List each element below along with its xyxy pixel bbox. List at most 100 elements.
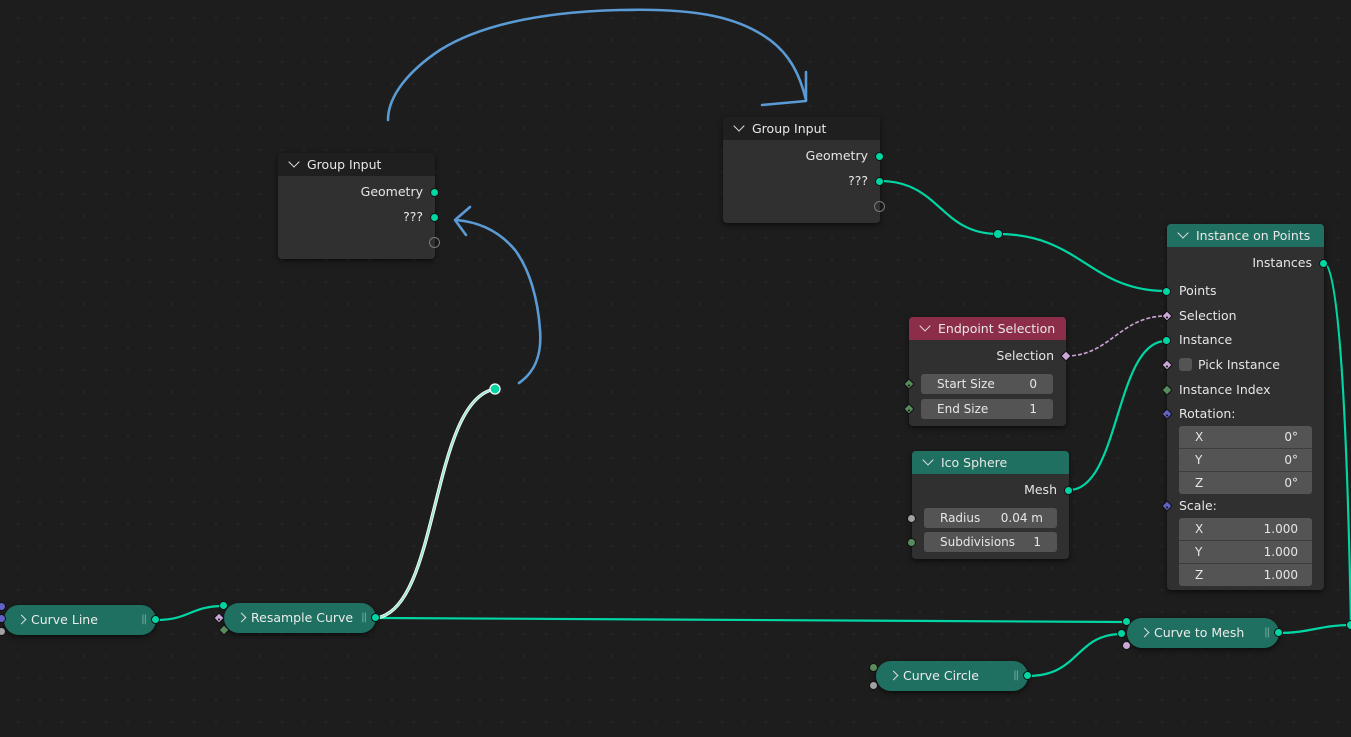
scale-vector-field[interactable]: X 1.000 Y 1.000 Z 1.000 xyxy=(1179,518,1312,586)
expand-chevron-icon[interactable] xyxy=(16,614,27,625)
node-title: Endpoint Selection xyxy=(938,321,1056,336)
socket-curve-to-mesh-fill-in[interactable] xyxy=(1122,641,1131,650)
socket-subdivisions-in[interactable] xyxy=(907,538,916,547)
socket-points-in[interactable] xyxy=(1162,287,1171,296)
socket-instance-in[interactable] xyxy=(1162,336,1171,345)
input-rotation-label: Rotation: xyxy=(1179,406,1236,421)
output-unknown: ??? xyxy=(848,173,868,188)
end-size-field[interactable]: End Size 1 xyxy=(921,399,1053,419)
curve-circle-node[interactable]: Curve Circle || xyxy=(876,661,1028,691)
socket-curve-to-mesh-curve-in[interactable] xyxy=(1122,617,1131,626)
socket-resample-curve-out[interactable] xyxy=(371,613,380,622)
pick-instance-checkbox[interactable] xyxy=(1179,358,1192,371)
node-title: Group Input xyxy=(307,157,382,172)
output-selection: Selection xyxy=(996,348,1054,363)
socket-mesh-out[interactable] xyxy=(1064,486,1073,495)
group-input-node-left[interactable]: Group Input Geometry ??? xyxy=(278,153,440,259)
resample-curve-node[interactable]: Resample Curve || xyxy=(224,603,376,633)
collapse-chevron-icon[interactable] xyxy=(288,156,300,168)
instance-on-points-node[interactable]: Instance on Points Instances Points Sele… xyxy=(1161,224,1328,590)
node-title: Group Input xyxy=(752,121,827,136)
offscreen-socket[interactable] xyxy=(1346,620,1351,630)
input-instance: Instance xyxy=(1179,332,1233,347)
link-ico-sphere-mesh[interactable] xyxy=(1068,339,1167,492)
grip-icon: || xyxy=(1264,627,1270,638)
expand-chevron-icon[interactable] xyxy=(1139,627,1150,638)
input-pick-instance[interactable]: Pick Instance xyxy=(1167,354,1324,376)
curve-to-mesh-node[interactable]: Curve to Mesh || xyxy=(1127,618,1279,648)
annotation-arrow-left xyxy=(454,218,542,385)
link-resample-to-curve-to-mesh[interactable] xyxy=(375,616,1127,624)
grip-icon: || xyxy=(361,612,367,623)
link-resample-dragging[interactable] xyxy=(375,387,496,620)
scale-y[interactable]: Y 1.000 xyxy=(1179,541,1312,564)
scale-z[interactable]: Z 1.000 xyxy=(1179,564,1312,586)
socket-resample-selection-in[interactable] xyxy=(213,612,225,624)
socket-geometry-out[interactable] xyxy=(430,188,439,197)
link-instances-out[interactable] xyxy=(1322,261,1351,626)
socket-empty-out[interactable] xyxy=(429,237,440,248)
input-scale-label: Scale: xyxy=(1179,498,1217,513)
node-title: Ico Sphere xyxy=(941,455,1008,470)
subdivisions-field[interactable]: Subdivisions 1 xyxy=(924,532,1057,552)
collapse-chevron-icon[interactable] xyxy=(922,454,934,466)
endpoint-selection-node[interactable]: Endpoint Selection Selection Start Size 0… xyxy=(903,317,1072,426)
dangling-link-endpoint[interactable] xyxy=(489,383,501,395)
radius-field[interactable]: Radius 0.04 m xyxy=(924,508,1057,528)
socket-resample-curve-in[interactable] xyxy=(219,601,228,610)
input-points: Points xyxy=(1179,283,1217,298)
node-title: Resample Curve xyxy=(251,610,354,625)
socket-unknown-out[interactable] xyxy=(875,177,884,186)
output-geometry: Geometry xyxy=(805,148,868,163)
rotation-vector-field[interactable]: X 0° Y 0° Z 0° xyxy=(1179,426,1312,494)
output-unknown: ??? xyxy=(403,209,423,224)
collapse-chevron-icon[interactable] xyxy=(1177,227,1189,239)
link-group-input-to-reroute[interactable] xyxy=(879,179,999,236)
expand-chevron-icon[interactable] xyxy=(888,670,899,681)
link-curve-to-mesh-out[interactable] xyxy=(1278,623,1351,635)
rotation-x[interactable]: X 0° xyxy=(1179,426,1312,449)
collapse-chevron-icon[interactable] xyxy=(733,120,745,132)
node-title: Instance on Points xyxy=(1196,228,1311,243)
socket-curve-to-mesh-out[interactable] xyxy=(1274,628,1283,637)
socket-geometry-out[interactable] xyxy=(875,152,884,161)
socket-end-size-in[interactable] xyxy=(903,403,915,415)
output-instances: Instances xyxy=(1252,255,1312,270)
scale-x[interactable]: X 1.000 xyxy=(1179,518,1312,541)
node-header[interactable]: Instance on Points xyxy=(1167,224,1324,247)
node-title: Curve Line xyxy=(31,612,98,627)
socket-radius-in[interactable] xyxy=(907,514,916,523)
socket-curve-circle-resolution-in[interactable] xyxy=(869,663,878,672)
grip-icon: || xyxy=(141,614,147,625)
node-header[interactable]: Group Input xyxy=(723,117,880,140)
input-instance-index: Instance Index xyxy=(1179,382,1271,397)
socket-instances-out[interactable] xyxy=(1319,259,1328,268)
socket-start-size-in[interactable] xyxy=(903,378,915,390)
node-header[interactable]: Ico Sphere xyxy=(912,451,1069,474)
socket-unknown-out[interactable] xyxy=(430,213,439,222)
expand-chevron-icon[interactable] xyxy=(236,612,247,623)
output-mesh: Mesh xyxy=(1024,482,1057,497)
socket-curve-to-mesh-profile-in[interactable] xyxy=(1117,629,1126,638)
link-reroute-to-points[interactable] xyxy=(997,232,1167,293)
node-header[interactable]: Group Input xyxy=(278,153,435,176)
socket-empty-out[interactable] xyxy=(874,201,885,212)
start-size-field[interactable]: Start Size 0 xyxy=(921,374,1053,394)
output-geometry: Geometry xyxy=(360,184,423,199)
socket-curve-circle-radius-in[interactable] xyxy=(869,681,878,690)
socket-curve-line-in-3[interactable] xyxy=(0,627,6,636)
rotation-y[interactable]: Y 0° xyxy=(1179,449,1312,472)
link-curve-circle-to-curve-to-mesh[interactable] xyxy=(1027,632,1123,678)
socket-curve-line-in-1[interactable] xyxy=(0,602,6,611)
curve-line-node[interactable]: Curve Line || xyxy=(4,605,156,635)
node-title: Curve Circle xyxy=(903,668,979,683)
rotation-z[interactable]: Z 0° xyxy=(1179,472,1312,494)
ico-sphere-node[interactable]: Ico Sphere Mesh Radius 0.04 m Subdivision… xyxy=(907,451,1073,559)
group-input-node-right[interactable]: Group Input Geometry ??? xyxy=(723,117,885,223)
socket-curve-circle-out[interactable] xyxy=(1023,671,1032,680)
collapse-chevron-icon[interactable] xyxy=(919,320,931,332)
socket-curve-line-out[interactable] xyxy=(151,615,160,624)
link-endpoint-selection[interactable] xyxy=(1065,315,1167,357)
node-header[interactable]: Endpoint Selection xyxy=(909,317,1066,340)
reroute-node[interactable] xyxy=(993,229,1003,239)
